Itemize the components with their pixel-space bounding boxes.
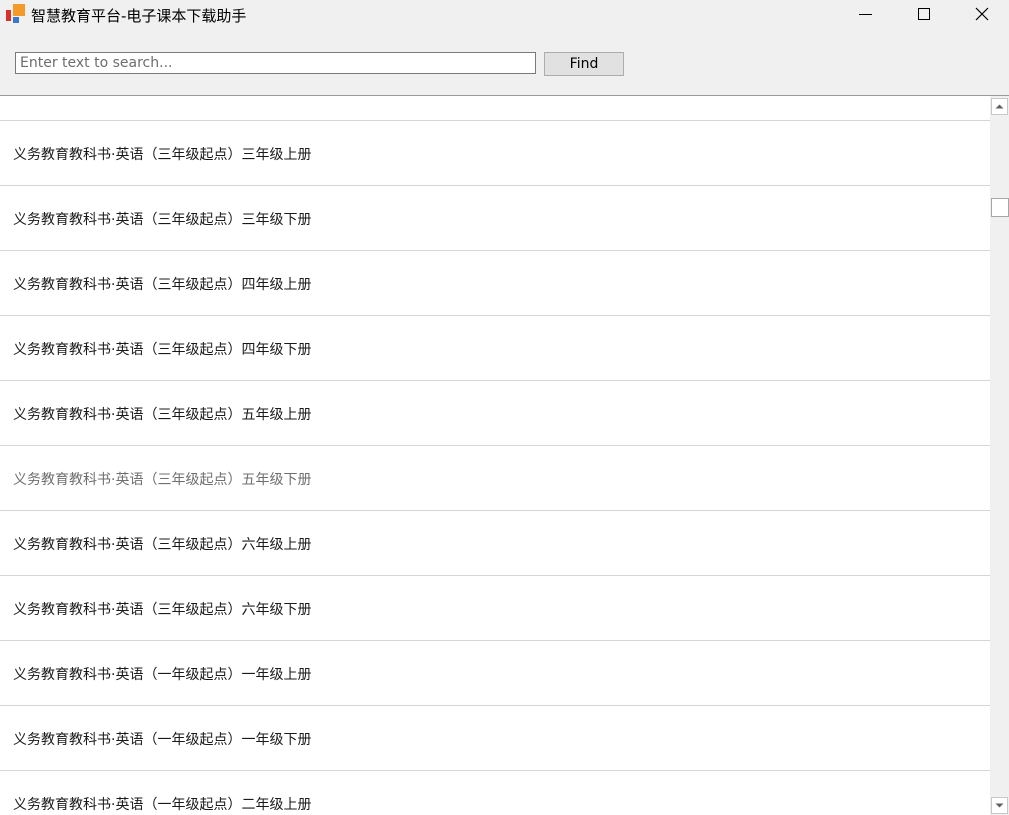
app-window: 智慧教育平台-电子课本下载助手 Find 义务教育教科书·英语（三年级起点）三年… [0,0,1009,815]
list-item-label: 义务教育教科书·英语（一年级起点）一年级上册 [13,667,312,683]
list-item-label: 义务教育教科书·英语（三年级起点）五年级上册 [13,407,312,423]
list-item-label: 义务教育教科书·英语（三年级起点）六年级下册 [13,602,312,618]
list-item[interactable]: 义务教育教科书·英语（三年级起点）六年级上册 [0,511,990,576]
maximize-icon [918,8,930,20]
list-item[interactable]: 义务教育教科书·英语（一年级起点）一年级下册 [0,706,990,771]
list-item[interactable] [0,96,990,121]
scroll-up-arrow-icon [995,104,1004,109]
window-title: 智慧教育平台-电子课本下载助手 [31,7,247,25]
minimize-button[interactable] [843,0,889,30]
list-item[interactable]: 义务教育教科书·英语（三年级起点）三年级上册 [0,121,990,186]
list-item-label: 义务教育教科书·英语（一年级起点）二年级上册 [13,797,312,813]
list-item-label: 义务教育教科书·英语（三年级起点）五年级下册 [13,472,312,488]
list-item[interactable]: 义务教育教科书·英语（三年级起点）五年级下册 [0,446,990,511]
list-item-label: 义务教育教科书·英语（三年级起点）六年级上册 [13,537,312,553]
app-logo-icon [5,4,27,24]
close-button[interactable] [959,0,1005,30]
list-item-label: 义务教育教科书·英语（三年级起点）四年级上册 [13,277,312,293]
close-icon [975,7,989,21]
list-item-label: 义务教育教科书·英语（三年级起点）三年级下册 [13,212,312,228]
textbook-list[interactable]: 义务教育教科书·英语（三年级起点）三年级上册 义务教育教科书·英语（三年级起点）… [0,95,1009,815]
list-item[interactable]: 义务教育教科书·英语（三年级起点）五年级上册 [0,381,990,446]
list-item[interactable]: 义务教育教科书·英语（三年级起点）三年级下册 [0,186,990,251]
list-item[interactable]: 义务教育教科书·英语（一年级起点）一年级上册 [0,641,990,706]
title-bar[interactable]: 智慧教育平台-电子课本下载助手 [0,0,1009,30]
list-item[interactable]: 义务教育教科书·英语（一年级起点）二年级上册 [0,771,990,815]
list-item-label: 义务教育教科书·英语（一年级起点）一年级下册 [13,732,312,748]
list-items-container: 义务教育教科书·英语（三年级起点）三年级上册 义务教育教科书·英语（三年级起点）… [0,121,990,815]
scroll-thumb[interactable] [991,198,1009,217]
list-item[interactable]: 义务教育教科书·英语（三年级起点）四年级下册 [0,316,990,381]
list-item-label: 义务教育教科书·英语（三年级起点）三年级上册 [13,147,312,163]
list-item-label: 义务教育教科书·英语（三年级起点）四年级下册 [13,342,312,358]
maximize-button[interactable] [901,0,947,30]
scroll-up-button[interactable] [991,98,1008,115]
minimize-icon [859,14,872,15]
scroll-down-button[interactable] [991,797,1008,814]
find-button[interactable]: Find [544,52,624,76]
search-input[interactable] [15,52,536,74]
scroll-down-arrow-icon [995,803,1004,808]
vertical-scrollbar[interactable] [990,96,1009,815]
list-item[interactable]: 义务教育教科书·英语（三年级起点）六年级下册 [0,576,990,641]
list-item[interactable]: 义务教育教科书·英语（三年级起点）四年级上册 [0,251,990,316]
